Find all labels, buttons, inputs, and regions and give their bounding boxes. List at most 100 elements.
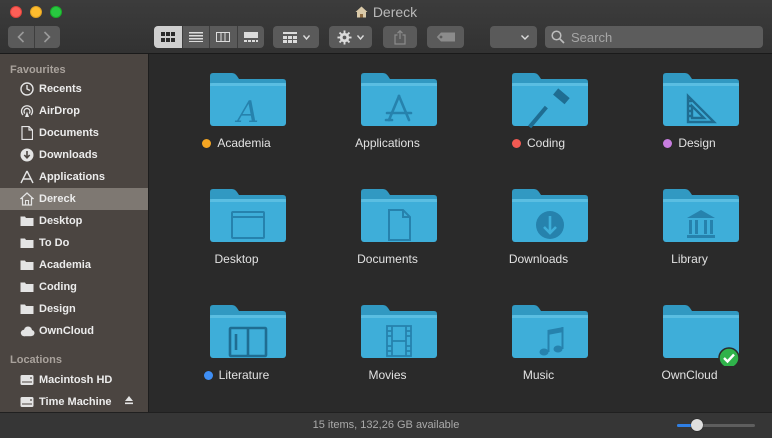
- sidebar-item-label: Applications: [39, 171, 106, 183]
- folder-icon: [19, 257, 35, 273]
- share-button[interactable]: [383, 26, 417, 48]
- sidebar-item-label: Design: [39, 303, 76, 315]
- home-icon: [355, 5, 368, 21]
- sidebar-item-downloads[interactable]: Downloads: [0, 144, 148, 166]
- folder-label: OwnCloud: [614, 368, 765, 382]
- column-view-button[interactable]: [209, 26, 237, 48]
- sidebar-item-label: Coding: [39, 281, 77, 293]
- folder-icon: A: [210, 73, 286, 130]
- sidebar-item-owncloud[interactable]: OwnCloud: [0, 320, 148, 342]
- sidebar-section-locations: Locations: [10, 354, 62, 366]
- finder-window: Dereck Search Favourites Recents AirDrop…: [0, 0, 772, 438]
- eject-icon[interactable]: [124, 395, 134, 408]
- gallery-icon: [243, 32, 258, 42]
- sidebar-item-design[interactable]: Design: [0, 298, 148, 320]
- folder-item-academia[interactable]: A Academia: [161, 56, 312, 166]
- search-input[interactable]: [571, 29, 751, 45]
- folder-icon: [512, 73, 588, 129]
- chevron-right-icon: [44, 31, 51, 43]
- window-title: Dereck: [0, 4, 772, 21]
- folder-icon: [512, 305, 588, 358]
- folder-label: Literature: [161, 368, 312, 382]
- folder-label: Documents: [312, 252, 463, 266]
- home-icon: [19, 191, 35, 207]
- folder-item-movies[interactable]: Movies: [312, 288, 463, 398]
- sidebar-item-recents[interactable]: Recents: [0, 78, 148, 100]
- folder-item-downloads[interactable]: Downloads: [463, 172, 614, 282]
- folder-label-text: Applications: [355, 136, 420, 150]
- sidebar-item-label: To Do: [39, 237, 70, 249]
- gallery-view-button[interactable]: [236, 26, 265, 48]
- folder-item-library[interactable]: Library: [614, 172, 765, 282]
- folder-label: Desktop: [161, 252, 312, 266]
- tag-button[interactable]: [427, 26, 464, 48]
- sidebar-item-dereck[interactable]: Dereck: [0, 188, 148, 210]
- folder-label: Academia: [161, 136, 312, 150]
- folder-icon: [19, 235, 35, 251]
- sidebar-item-airdrop[interactable]: AirDrop: [0, 100, 148, 122]
- folder-item-design[interactable]: Design: [614, 56, 765, 166]
- folder-icon: [210, 305, 286, 358]
- svg-text:A: A: [234, 95, 259, 130]
- columns-icon: [216, 32, 231, 42]
- tag-dot-icon: [663, 138, 673, 148]
- chevron-down-icon: [357, 34, 364, 40]
- folder-label: Downloads: [463, 252, 614, 266]
- status-text: 15 items, 132,26 GB available: [312, 419, 460, 431]
- sidebar-item-desktop[interactable]: Desktop: [0, 210, 148, 232]
- folder-label-text: Documents: [357, 252, 418, 266]
- folder-icon: [361, 189, 437, 242]
- sidebar-item-coding[interactable]: Coding: [0, 276, 148, 298]
- folder-label: Music: [463, 368, 614, 382]
- sidebar-item-to-do[interactable]: To Do: [0, 232, 148, 254]
- sidebar-item-academia[interactable]: Academia: [0, 254, 148, 276]
- folder-label-text: Downloads: [508, 252, 569, 266]
- sidebar-item-label: Downloads: [39, 149, 98, 161]
- sidebar-section-favourites: Favourites: [10, 64, 66, 76]
- folder-item-coding[interactable]: Coding: [463, 56, 614, 166]
- folder-icon: [19, 301, 35, 317]
- icon-size-slider-knob[interactable]: [690, 419, 703, 431]
- folder-label: Movies: [312, 368, 463, 382]
- icon-size-slider[interactable]: [677, 419, 755, 431]
- forward-button[interactable]: [33, 26, 61, 48]
- harddisk-icon: [19, 372, 35, 388]
- sidebar-item-label: Academia: [39, 259, 91, 271]
- folder-item-literature[interactable]: Literature: [161, 288, 312, 398]
- sidebar-item-label: Time Machine: [39, 396, 112, 408]
- sidebar-item-label: OwnCloud: [39, 325, 94, 337]
- folder-icon: [361, 305, 437, 358]
- list-view-button[interactable]: [181, 26, 210, 48]
- folder-icon: [663, 305, 740, 366]
- folder-item-documents[interactable]: Documents: [312, 172, 463, 282]
- search-icon: [551, 30, 565, 44]
- group-by-button[interactable]: [273, 26, 319, 48]
- sidebar-item-time-machine[interactable]: Time Machine: [0, 391, 148, 413]
- status-bar: 15 items, 132,26 GB available: [0, 412, 772, 438]
- airdrop-icon: [19, 103, 35, 119]
- folder-item-music[interactable]: Music: [463, 288, 614, 398]
- icon-view-button[interactable]: [154, 26, 182, 48]
- folder-label: Design: [614, 136, 765, 150]
- path-dropdown-button[interactable]: [490, 26, 537, 48]
- sidebar-item-documents[interactable]: Documents: [0, 122, 148, 144]
- folder-item-applications[interactable]: Applications: [312, 56, 463, 166]
- share-icon: [394, 29, 406, 45]
- sidebar: Favourites Recents AirDrop Documents Dow…: [0, 54, 149, 412]
- folder-item-desktop[interactable]: Desktop: [161, 172, 312, 282]
- folder-icon: [361, 73, 437, 126]
- sidebar-item-label: Dereck: [39, 193, 76, 205]
- action-menu-button[interactable]: [329, 26, 372, 48]
- list-icon: [188, 32, 203, 42]
- sidebar-item-applications[interactable]: Applications: [0, 166, 148, 188]
- folder-icon: [663, 73, 739, 126]
- folder-label: Library: [614, 252, 765, 266]
- navigation-group: [8, 26, 60, 48]
- folder-item-owncloud[interactable]: OwnCloud: [614, 288, 765, 398]
- desktop-icon: [19, 213, 35, 229]
- sidebar-item-macintosh-hd[interactable]: Macintosh HD: [0, 369, 148, 391]
- group-grid-icon: [282, 31, 297, 43]
- back-button[interactable]: [8, 26, 34, 48]
- search-field[interactable]: [545, 26, 763, 48]
- folder-icon: [512, 189, 588, 242]
